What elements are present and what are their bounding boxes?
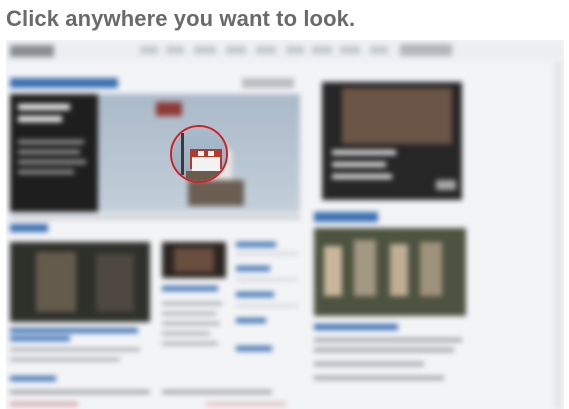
page-scrollbar bbox=[554, 62, 562, 409]
nav-bar bbox=[6, 40, 564, 62]
site-logo bbox=[10, 45, 54, 57]
blurred-page-content bbox=[6, 40, 564, 409]
blurred-webpage-screenshot[interactable] bbox=[6, 40, 564, 409]
search-box bbox=[400, 44, 452, 56]
section-heading bbox=[10, 78, 118, 88]
instruction-title: Click anywhere you want to look. bbox=[6, 6, 356, 31]
magnifier-focus-icon[interactable] bbox=[170, 125, 228, 183]
